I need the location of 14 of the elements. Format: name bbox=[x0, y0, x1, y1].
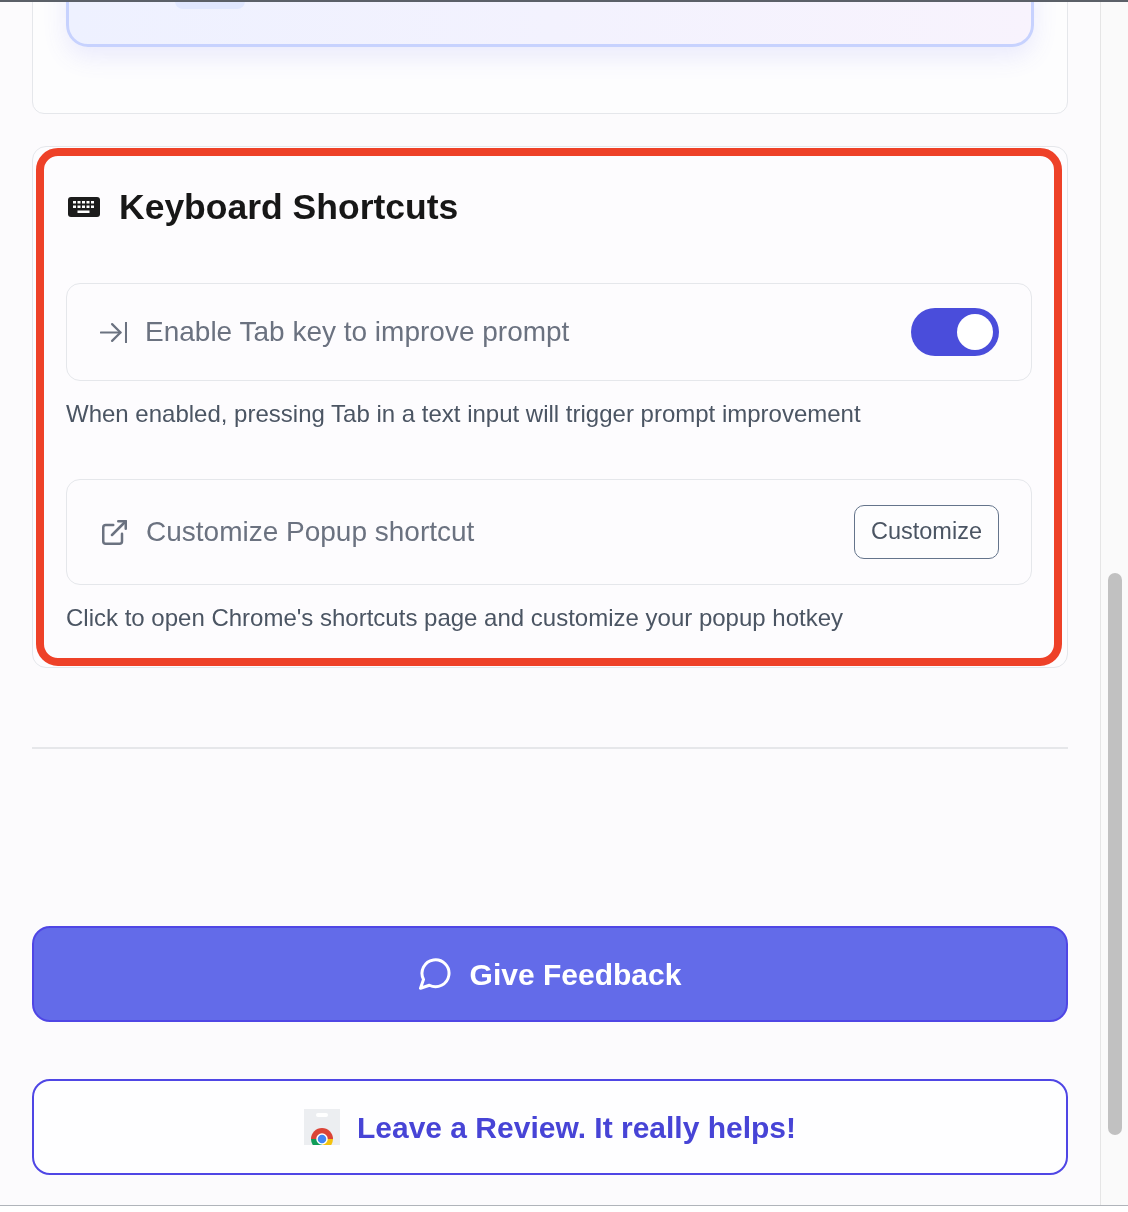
setting-label: Enable Tab key to improve prompt bbox=[145, 315, 570, 349]
external-link-icon bbox=[102, 519, 127, 545]
store-bag-icon bbox=[303, 1109, 340, 1145]
review-button[interactable]: Leave a Review. It really helps! bbox=[32, 1079, 1068, 1175]
scrollbar-thumb[interactable] bbox=[1107, 573, 1122, 1135]
setting-description: When enabled, pressing Tab in a text input will trigger prompt improvement bbox=[66, 399, 862, 429]
keyboard-icon bbox=[68, 197, 100, 217]
chat-bubble-icon bbox=[418, 958, 452, 990]
feedback-button[interactable]: Give Feedback bbox=[32, 926, 1068, 1022]
customize-button[interactable]: Customize bbox=[854, 505, 999, 559]
setting-label: Customize Popup shortcut bbox=[146, 515, 475, 549]
toggle-switch[interactable] bbox=[911, 308, 999, 356]
setting-description: Click to open Chrome's shortcuts page and customize your popup hotkey bbox=[66, 603, 844, 633]
section-title: Keyboard Shortcuts bbox=[119, 187, 459, 227]
